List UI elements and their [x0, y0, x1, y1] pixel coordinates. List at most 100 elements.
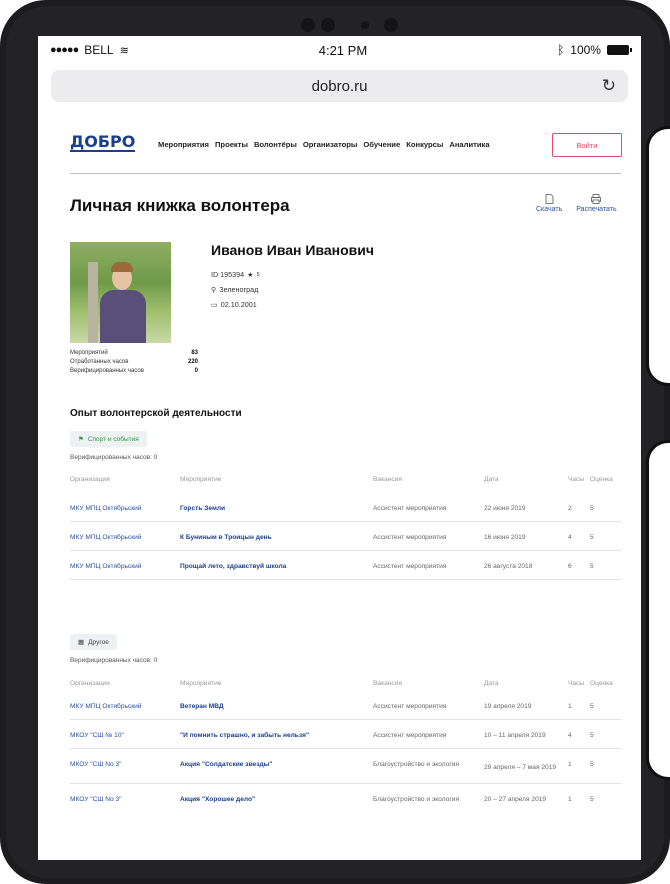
- status-bar: ●●●●● BELL ≋ 4:21 PM ᛒ 100%: [38, 36, 641, 64]
- tablet-frame: ●●●●● BELL ≋ 4:21 PM ᛒ 100% dobro.ru ↻ Д…: [0, 0, 670, 884]
- column-header: Дата: [484, 679, 499, 687]
- experience-title: Опыт волонтерской деятельности: [70, 408, 242, 419]
- verified-hours: Верифицированных часов: 0: [70, 657, 158, 664]
- table-header: Организация Мероприятие Вакансия Дата Ча…: [70, 472, 621, 486]
- hours-cell: 6: [568, 563, 572, 570]
- org-link[interactable]: МКОУ "СШ No 3": [70, 761, 180, 768]
- calendar-icon: ▭: [211, 300, 218, 309]
- menu-item-analytics[interactable]: Аналитика: [449, 140, 489, 149]
- table-row: МКОУ "СШ № 10" "И помнить страшно, и заб…: [70, 720, 621, 749]
- org-link[interactable]: МКУ МПЦ Октябрьский: [70, 703, 180, 710]
- site-header: ДОБРО Мероприятия Проекты Волонтёры Орга…: [38, 124, 641, 164]
- main-menu: Мероприятия Проекты Волонтёры Организато…: [158, 140, 490, 149]
- camera-dot: [321, 18, 335, 32]
- column-header: Часы: [568, 475, 585, 483]
- side-panel-edge: [646, 126, 670, 386]
- score-cell: 5: [590, 796, 594, 803]
- site-logo[interactable]: ДОБРО: [70, 134, 136, 152]
- stat-row: Верифицированных часов 0: [70, 368, 198, 374]
- org-link[interactable]: МКУ МПЦ Октябрьский: [70, 563, 180, 570]
- org-link[interactable]: МКУ МПЦ Октябрьский: [70, 534, 180, 541]
- menu-item-projects[interactable]: Проекты: [215, 140, 248, 149]
- date-cell: 10 – 11 апреля 2019: [484, 732, 546, 739]
- date-cell: 19 апреля 2019: [484, 703, 532, 710]
- reload-icon[interactable]: ↻: [602, 76, 616, 96]
- menu-item-organizers[interactable]: Организаторы: [303, 140, 357, 149]
- camera-dot: [301, 18, 315, 32]
- org-link[interactable]: МКОУ "СШ No 3": [70, 796, 180, 803]
- score-cell: 5: [590, 761, 594, 768]
- table-row: МКОУ "СШ No 3" Акция "Хорошее дело" Благ…: [70, 784, 621, 812]
- column-header: Оценка: [590, 475, 613, 483]
- hours-cell: 4: [568, 534, 572, 541]
- camera-dot: [384, 18, 398, 32]
- experience-table-sport: Организация Мероприятие Вакансия Дата Ча…: [70, 472, 621, 580]
- print-button[interactable]: Распечатать: [576, 194, 617, 213]
- category-tag-other[interactable]: ▦ Другое: [70, 634, 117, 650]
- page-actions: Скачать Распечатать: [536, 194, 617, 213]
- hours-cell: 1: [568, 796, 572, 803]
- download-button[interactable]: Скачать: [536, 194, 562, 213]
- menu-item-contests[interactable]: Конкурсы: [406, 140, 443, 149]
- bluetooth-icon: ᛒ: [557, 43, 565, 57]
- vacancy-cell: Благоустройство и экология: [373, 761, 460, 768]
- org-link[interactable]: МКОУ "СШ № 10": [70, 732, 180, 739]
- date-cell: 20 – 27 апреля 2019: [484, 796, 547, 803]
- menu-item-events[interactable]: Мероприятия: [158, 140, 209, 149]
- column-header: Мероприятие: [180, 679, 222, 687]
- side-panel-edge: [646, 440, 670, 780]
- event-link[interactable]: Акция "Хорошее дело": [180, 796, 373, 803]
- column-header: Дата: [484, 475, 499, 483]
- event-link[interactable]: К Буниным в Троицын день: [180, 534, 373, 541]
- verified-hours: Верифицированных часов: 0: [70, 454, 158, 461]
- stat-label: Верифицированных часов: [70, 368, 144, 374]
- login-button[interactable]: Войти: [552, 133, 622, 157]
- experience-table-other: Организация Мероприятие Вакансия Дата Ча…: [70, 676, 621, 812]
- volunteer-id: ID 195394: [211, 270, 245, 279]
- org-link[interactable]: МКУ МПЦ Октябрьский: [70, 505, 180, 512]
- event-link[interactable]: Горсть Земли: [180, 505, 373, 512]
- runner-icon: ⚑: [78, 436, 84, 443]
- hours-cell: 4: [568, 732, 572, 739]
- volunteer-name: Иванов Иван Иванович: [211, 242, 375, 258]
- table-row: МКУ МПЦ Октябрьский Горсть Земли Ассисте…: [70, 496, 621, 522]
- wifi-icon: ≋: [119, 44, 129, 57]
- header-divider: [70, 173, 621, 174]
- event-link[interactable]: Ветеран МВД: [180, 703, 373, 710]
- avatar: [70, 242, 171, 343]
- event-link[interactable]: Прощай лето, здравствуй школа: [180, 563, 373, 570]
- date-cell: 22 июня 2019: [484, 505, 526, 512]
- screen: ●●●●● BELL ≋ 4:21 PM ᛒ 100% dobro.ru ↻ Д…: [38, 36, 641, 860]
- camera-dot: [361, 21, 369, 29]
- table-header: Организация Мероприятие Вакансия Дата Ча…: [70, 676, 621, 690]
- stat-value: 83: [191, 350, 198, 356]
- date-cell: 29 апреля – 7 мая 2019: [484, 764, 557, 771]
- address-bar[interactable]: dobro.ru ↻: [51, 70, 628, 102]
- event-link[interactable]: Акция "Солдатские звезды": [180, 761, 373, 768]
- hours-cell: 1: [568, 703, 572, 710]
- score-cell: 5: [590, 534, 594, 541]
- date-cell: 26 августа 2018: [484, 563, 533, 570]
- clock: 4:21 PM: [318, 42, 368, 58]
- page-title: Личная книжка волонтера: [70, 196, 290, 215]
- hours-cell: 1: [568, 761, 572, 768]
- file-icon: [545, 194, 554, 204]
- stat-label: Мероприятий: [70, 350, 108, 356]
- score-cell: 5: [590, 732, 594, 739]
- category-tag-sport[interactable]: ⚑ Спорт и события: [70, 431, 147, 447]
- vacancy-cell: Ассистент мероприятия: [373, 732, 447, 739]
- battery-percent: 100%: [570, 43, 601, 57]
- table-row: МКОУ "СШ No 3" Акция "Солдатские звезды"…: [70, 749, 621, 784]
- star-icon: ★: [247, 270, 254, 279]
- menu-item-volunteers[interactable]: Волонтёры: [254, 140, 297, 149]
- date-cell: 16 июня 2019: [484, 534, 526, 541]
- menu-item-education[interactable]: Обучение: [363, 140, 400, 149]
- event-link[interactable]: "И помнить страшно, и забыть нельзя": [180, 732, 373, 739]
- web-page: ДОБРО Мероприятия Проекты Волонтёры Орга…: [38, 124, 641, 803]
- download-label: Скачать: [536, 206, 563, 213]
- score-cell: 5: [590, 563, 594, 570]
- table-row: МКУ МПЦ Октябрьский Ветеран МВД Ассистен…: [70, 694, 621, 720]
- vacancy-cell: Ассистент мероприятия: [373, 505, 447, 512]
- carrier: BELL: [84, 43, 114, 57]
- column-header: Вакансия: [373, 679, 402, 687]
